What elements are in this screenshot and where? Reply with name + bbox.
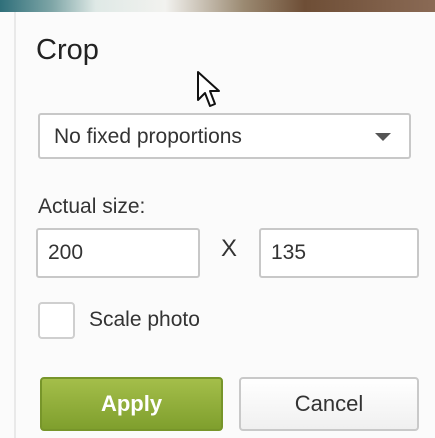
apply-button[interactable]: Apply (40, 377, 223, 431)
mouse-pointer-icon (197, 71, 220, 107)
chevron-down-icon (375, 133, 391, 141)
photo-preview-edge (0, 0, 435, 12)
proportion-select[interactable]: No fixed proportions (38, 113, 411, 159)
proportion-select-value: No fixed proportions (54, 125, 242, 148)
panel-divider (14, 12, 16, 438)
height-input[interactable] (259, 228, 419, 278)
scale-photo-checkbox[interactable] (38, 302, 75, 339)
cancel-button[interactable]: Cancel (239, 377, 419, 431)
scale-photo-label[interactable]: Scale photo (89, 308, 200, 332)
actual-size-label: Actual size: (38, 195, 146, 218)
panel-title: Crop (36, 34, 99, 66)
width-input[interactable] (36, 228, 200, 278)
size-separator: X (221, 235, 238, 262)
